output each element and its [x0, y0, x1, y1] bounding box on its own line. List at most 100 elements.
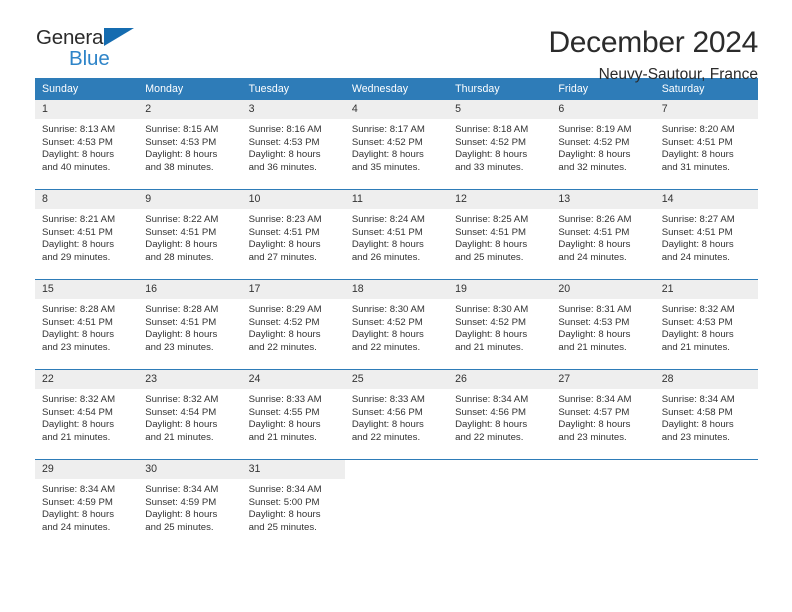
calendar-day-cell[interactable]: 21 Sunrise: 8:32 AM Sunset: 4:53 PM Dayligh… [654, 279, 758, 370]
calendar-day-cell[interactable]: 27 Sunrise: 8:34 AM Sunset: 4:57 PM Dayligh… [551, 369, 655, 460]
day-cell-inner: 4 Sunrise: 8:17 AM Sunset: 4:52 PM Daylight… [344, 100, 449, 189]
calendar-day-cell[interactable]: 2 Sunrise: 8:15 AM Sunset: 4:53 PM Daylight… [138, 100, 242, 190]
sunset-text: Sunset: 4:59 PM [145, 496, 217, 508]
daylight-text-line2: and 38 minutes. [145, 161, 214, 173]
calendar-day-cell[interactable]: 16 Sunrise: 8:28 AM Sunset: 4:51 PM Dayligh… [138, 279, 242, 370]
sunrise-text: Sunrise: 8:33 AM [248, 394, 322, 405]
daylight-text-line2: and 36 minutes. [248, 161, 317, 173]
calendar-day-cell[interactable]: 25 Sunrise: 8:33 AM Sunset: 4:56 PM Dayligh… [344, 369, 449, 460]
sunset-text: Sunset: 4:53 PM [42, 136, 113, 148]
day-sun-details: Sunrise: 8:34 AM Sunset: 4:59 PM Daylight:… [138, 479, 241, 534]
calendar-day-cell[interactable]: 17 Sunrise: 8:29 AM Sunset: 4:52 PM Dayligh… [241, 279, 345, 370]
sunrise-text: Sunrise: 8:30 AM [455, 304, 529, 315]
calendar-day-cell[interactable]: 10 Sunrise: 8:23 AM Sunset: 4:51 PM Dayligh… [241, 189, 345, 280]
calendar-week-row: 15 Sunrise: 8:28 AM Sunset: 4:51 PM Dayligh… [35, 279, 758, 370]
day-number: 26 [448, 370, 552, 389]
daylight-text-line2: and 22 minutes. [351, 341, 421, 353]
sunrise-text: Sunrise: 8:17 AM [351, 124, 425, 135]
sunset-text: Sunset: 4:51 PM [661, 136, 733, 148]
calendar-day-cell[interactable]: 3 Sunrise: 8:16 AM Sunset: 4:53 PM Daylight… [241, 100, 345, 190]
calendar-day-cell[interactable]: 19 Sunrise: 8:30 AM Sunset: 4:52 PM Dayligh… [448, 279, 552, 370]
daylight-text-line2: and 25 minutes. [145, 521, 214, 533]
sunset-text: Sunset: 4:56 PM [455, 406, 527, 418]
page-title: December 2024 [548, 26, 758, 59]
daylight-text-line2: and 21 minutes. [661, 341, 730, 353]
day-cell-inner: 29 Sunrise: 8:34 AM Sunset: 4:59 PM Dayligh… [35, 460, 139, 546]
calendar-day-cell[interactable]: 30 Sunrise: 8:34 AM Sunset: 4:59 PM Dayligh… [138, 459, 242, 546]
day-cell-inner: 15 Sunrise: 8:28 AM Sunset: 4:51 PM Dayligh… [35, 280, 139, 369]
calendar-day-cell[interactable]: 14 Sunrise: 8:27 AM Sunset: 4:51 PM Dayligh… [654, 189, 758, 280]
sunset-text: Sunset: 4:51 PM [145, 316, 217, 328]
sunset-text: Sunset: 4:53 PM [248, 136, 320, 148]
calendar-day-cell[interactable]: 23 Sunrise: 8:32 AM Sunset: 4:54 PM Dayligh… [138, 369, 242, 460]
day-sun-details: Sunrise: 8:34 AM Sunset: 4:56 PM Daylight:… [448, 389, 551, 444]
sunset-text: Sunset: 4:52 PM [248, 316, 320, 328]
daylight-text-line1: Daylight: 8 hours [248, 149, 321, 161]
day-number: 31 [241, 460, 345, 479]
day-sun-details: Sunrise: 8:20 AM Sunset: 4:51 PM Daylight:… [655, 119, 758, 174]
calendar-day-cell[interactable]: 6 Sunrise: 8:19 AM Sunset: 4:52 PM Daylight… [551, 100, 655, 190]
daylight-text-line1: Daylight: 8 hours [145, 239, 218, 251]
daylight-text-line1: Daylight: 8 hours [661, 419, 734, 431]
day-cell-inner: 11 Sunrise: 8:24 AM Sunset: 4:51 PM Dayligh… [344, 190, 449, 279]
calendar-day-cell[interactable]: 29 Sunrise: 8:34 AM Sunset: 4:59 PM Dayligh… [35, 459, 139, 546]
sunrise-text: Sunrise: 8:15 AM [145, 124, 219, 135]
day-sun-details: Sunrise: 8:22 AM Sunset: 4:51 PM Daylight:… [138, 209, 241, 264]
day-number: 28 [654, 370, 758, 389]
calendar-day-cell[interactable]: 24 Sunrise: 8:33 AM Sunset: 4:55 PM Dayligh… [241, 369, 345, 460]
calendar-day-cell[interactable]: 1 Sunrise: 8:13 AM Sunset: 4:53 PM Daylight… [35, 100, 139, 190]
day-number: 23 [138, 370, 242, 389]
day-cell-inner: 1 Sunrise: 8:13 AM Sunset: 4:53 PM Daylight… [35, 100, 139, 189]
calendar-day-cell[interactable]: 8 Sunrise: 8:21 AM Sunset: 4:51 PM Daylight… [35, 189, 139, 280]
daylight-text-line1: Daylight: 8 hours [661, 149, 734, 161]
day-number: 10 [241, 190, 345, 209]
daylight-text-line2: and 26 minutes. [351, 251, 421, 263]
calendar-week-row: 1 Sunrise: 8:13 AM Sunset: 4:53 PM Daylight… [35, 100, 758, 190]
calendar-day-cell-empty [551, 459, 655, 546]
daylight-text-line2: and 21 minutes. [42, 431, 111, 443]
calendar-day-cell[interactable]: 7 Sunrise: 8:20 AM Sunset: 4:51 PM Daylight… [654, 100, 758, 190]
daylight-text-line1: Daylight: 8 hours [248, 239, 321, 251]
daylight-text-line1: Daylight: 8 hours [455, 419, 528, 431]
sunset-text: Sunset: 4:51 PM [558, 226, 630, 238]
day-cell-inner: 8 Sunrise: 8:21 AM Sunset: 4:51 PM Daylight… [35, 190, 139, 279]
calendar-day-cell[interactable]: 11 Sunrise: 8:24 AM Sunset: 4:51 PM Dayligh… [344, 189, 449, 280]
calendar-day-cell[interactable]: 13 Sunrise: 8:26 AM Sunset: 4:51 PM Dayligh… [551, 189, 655, 280]
daylight-text-line1: Daylight: 8 hours [351, 329, 424, 341]
calendar-day-cell[interactable]: 28 Sunrise: 8:34 AM Sunset: 4:58 PM Dayligh… [654, 369, 758, 460]
day-number [654, 460, 758, 479]
day-number: 19 [448, 280, 552, 299]
daylight-text-line2: and 21 minutes. [145, 431, 214, 443]
calendar-day-cell[interactable]: 15 Sunrise: 8:28 AM Sunset: 4:51 PM Dayligh… [35, 279, 139, 370]
daylight-text-line1: Daylight: 8 hours [145, 329, 218, 341]
day-number: 17 [241, 280, 345, 299]
sunrise-text: Sunrise: 8:34 AM [248, 484, 322, 495]
sunset-text: Sunset: 4:51 PM [351, 226, 423, 238]
sunrise-text: Sunrise: 8:32 AM [661, 304, 735, 315]
day-number: 6 [551, 100, 655, 119]
calendar-day-cell[interactable]: 31 Sunrise: 8:34 AM Sunset: 5:00 PM Dayligh… [241, 459, 345, 546]
calendar-day-cell[interactable]: 18 Sunrise: 8:30 AM Sunset: 4:52 PM Dayligh… [344, 279, 449, 370]
day-cell-inner [654, 460, 758, 546]
calendar-page: General Blue December 2024 Neuvy-Sautour… [0, 0, 792, 612]
calendar-day-cell[interactable]: 5 Sunrise: 8:18 AM Sunset: 4:52 PM Daylight… [448, 100, 552, 190]
day-cell-inner: 19 Sunrise: 8:30 AM Sunset: 4:52 PM Dayligh… [448, 280, 552, 369]
calendar-day-cell[interactable]: 22 Sunrise: 8:32 AM Sunset: 4:54 PM Dayligh… [35, 369, 139, 460]
daylight-text-line2: and 23 minutes. [558, 431, 627, 443]
calendar-day-cell[interactable]: 20 Sunrise: 8:31 AM Sunset: 4:53 PM Dayligh… [551, 279, 655, 370]
weekday-header-thursday: Thursday [448, 78, 552, 100]
calendar-day-cell[interactable]: 9 Sunrise: 8:22 AM Sunset: 4:51 PM Daylight… [138, 189, 242, 280]
day-number: 3 [241, 100, 345, 119]
calendar-day-cell[interactable]: 12 Sunrise: 8:25 AM Sunset: 4:51 PM Dayligh… [448, 189, 552, 280]
daylight-text-line2: and 25 minutes. [455, 251, 524, 263]
daylight-text-line1: Daylight: 8 hours [455, 239, 528, 251]
sunset-text: Sunset: 4:59 PM [42, 496, 113, 508]
calendar-day-cell[interactable]: 26 Sunrise: 8:34 AM Sunset: 4:56 PM Dayligh… [448, 369, 552, 460]
day-number: 8 [35, 190, 139, 209]
day-number [344, 460, 449, 479]
day-cell-inner: 23 Sunrise: 8:32 AM Sunset: 4:54 PM Dayligh… [138, 370, 242, 459]
calendar-day-cell[interactable]: 4 Sunrise: 8:17 AM Sunset: 4:52 PM Daylight… [344, 100, 449, 190]
brand-logo[interactable]: General Blue [36, 26, 148, 72]
sunrise-text: Sunrise: 8:28 AM [42, 304, 116, 315]
daylight-text-line2: and 22 minutes. [455, 431, 524, 443]
